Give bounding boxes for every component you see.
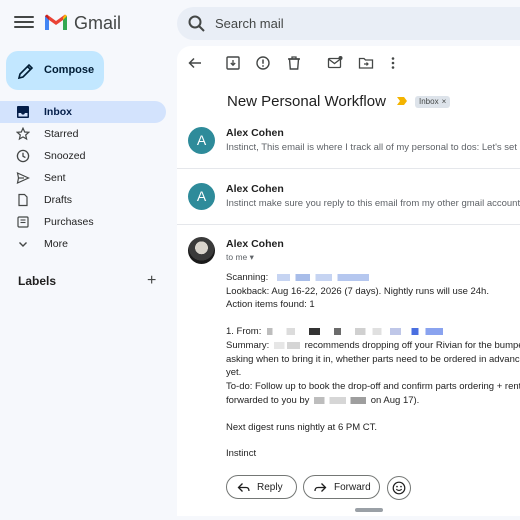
search-bar[interactable]: Search mail — [177, 7, 520, 40]
forward-label: Forward — [334, 482, 371, 493]
inbox-label-chip[interactable]: Inbox × — [415, 96, 451, 108]
reply-icon — [237, 483, 250, 492]
sender-name: Alex Cohen — [226, 127, 284, 139]
divider — [177, 224, 520, 225]
sidebar-nav: Inbox Starred Snoozed Sent Drafts Purcha… — [0, 101, 170, 255]
chip-label: Inbox — [419, 97, 439, 106]
purchases-icon — [17, 216, 29, 228]
avatar[interactable]: A — [188, 183, 215, 210]
importance-marker-icon[interactable] — [396, 96, 408, 106]
sidebar-item-snoozed[interactable]: Snoozed — [0, 145, 170, 167]
sidebar-item-drafts[interactable]: Drafts — [0, 189, 170, 211]
sidebar-item-label: Snoozed — [44, 150, 86, 162]
sidebar-item-starred[interactable]: Starred — [0, 123, 170, 145]
add-label-button[interactable]: + — [147, 272, 156, 290]
message-collapsed[interactable]: A Alex Cohen Instinct, This email is whe… — [177, 124, 520, 174]
body-line: asking when to bring it in, whether part… — [226, 354, 520, 365]
reply-label: Reply — [257, 482, 283, 493]
message-snippet: Instinct, This email is where I track al… — [226, 142, 520, 153]
sidebar-item-more[interactable]: More — [0, 233, 170, 255]
gmail-logo-icon[interactable] — [44, 12, 68, 32]
sidebar-item-label: Starred — [44, 128, 79, 140]
sender-name: Alex Cohen — [226, 238, 284, 250]
redacted-text — [273, 341, 300, 349]
sender-photo-avatar[interactable] — [188, 237, 215, 264]
labels-heading: Labels — [18, 274, 57, 288]
sender-name: Alex Cohen — [226, 183, 284, 195]
body-line: Summary: recommends dropping off your Ri… — [226, 340, 520, 351]
chip-remove-icon[interactable]: × — [442, 97, 447, 106]
search-icon[interactable] — [187, 14, 207, 34]
redacted-text — [314, 396, 367, 404]
sidebar-item-label: Sent — [44, 172, 66, 184]
star-icon — [16, 127, 30, 141]
forwarded-date: on Aug 17). — [370, 395, 420, 406]
top-bar: Gmail Search mail — [0, 0, 520, 46]
draft-icon — [18, 193, 28, 207]
app-name: Gmail — [74, 13, 122, 33]
body-line: Action items found: 1 — [226, 299, 315, 310]
back-arrow-icon[interactable] — [186, 54, 204, 72]
summary-text: recommends dropping off your Rivian for … — [304, 340, 520, 351]
main-menu-icon[interactable] — [14, 13, 34, 33]
forward-icon — [314, 483, 327, 492]
divider — [177, 168, 520, 169]
body-line: yet. — [226, 367, 242, 378]
message-toolbar — [177, 46, 520, 80]
forwarded-label: forwarded to you by — [226, 395, 310, 406]
message-panel: New Personal Workflow Inbox × A Alex Cohe… — [177, 46, 520, 516]
body-line: Lookback: Aug 16-22, 2026 (7 days). Nigh… — [226, 286, 489, 297]
send-icon — [16, 171, 30, 185]
search-input[interactable]: Search mail — [215, 16, 284, 31]
avatar[interactable]: A — [188, 127, 215, 154]
sidebar-item-inbox[interactable]: Inbox — [0, 101, 166, 123]
redacted-text — [276, 273, 369, 281]
resize-handle[interactable] — [355, 508, 383, 512]
message-snippet: Instinct make sure you reply to this ema… — [226, 198, 520, 209]
compose-button[interactable]: Compose — [6, 51, 104, 90]
emoji-reaction-button[interactable] — [387, 476, 411, 500]
sidebar-item-purchases[interactable]: Purchases — [0, 211, 170, 233]
clock-icon — [16, 149, 30, 163]
reply-button[interactable]: Reply — [226, 475, 297, 499]
compose-label: Compose — [44, 64, 95, 76]
chevron-down-icon — [19, 242, 27, 247]
sidebar-item-label: More — [44, 238, 68, 250]
signature: Instinct — [226, 448, 257, 459]
report-spam-icon[interactable] — [254, 54, 272, 72]
sidebar-item-label: Drafts — [44, 194, 73, 206]
sidebar-item-label: Purchases — [44, 216, 94, 228]
sidebar-item-label: Inbox — [44, 106, 72, 118]
archive-icon[interactable] — [224, 54, 242, 72]
body-line: To-do: Follow up to book the drop-off an… — [226, 381, 520, 392]
more-options-icon[interactable] — [384, 54, 402, 72]
emoji-icon — [392, 481, 406, 495]
move-to-folder-icon[interactable] — [357, 54, 375, 72]
from-item-label: 1. From: — [226, 326, 262, 337]
pencil-icon — [17, 63, 34, 80]
body-line: forwarded to you by on Aug 17). — [226, 395, 419, 406]
body-line: Next digest runs nightly at 6 PM CT. — [226, 422, 378, 433]
sidebar-item-sent[interactable]: Sent — [0, 167, 170, 189]
inbox-icon — [17, 106, 29, 118]
delete-icon[interactable] — [285, 54, 303, 72]
message-collapsed[interactable]: A Alex Cohen Instinct make sure you repl… — [177, 180, 520, 230]
summary-label: Summary: — [226, 340, 270, 351]
body-line: 1. From: — [226, 326, 444, 337]
email-subject: New Personal Workflow — [227, 93, 386, 110]
scanning-label: Scanning: — [226, 272, 269, 283]
mark-unread-icon[interactable] — [326, 54, 344, 72]
redacted-text — [267, 327, 444, 335]
body-line: Scanning: — [226, 272, 369, 283]
forward-button[interactable]: Forward — [303, 475, 380, 499]
recipient-dropdown[interactable]: to me ▾ — [226, 252, 254, 263]
